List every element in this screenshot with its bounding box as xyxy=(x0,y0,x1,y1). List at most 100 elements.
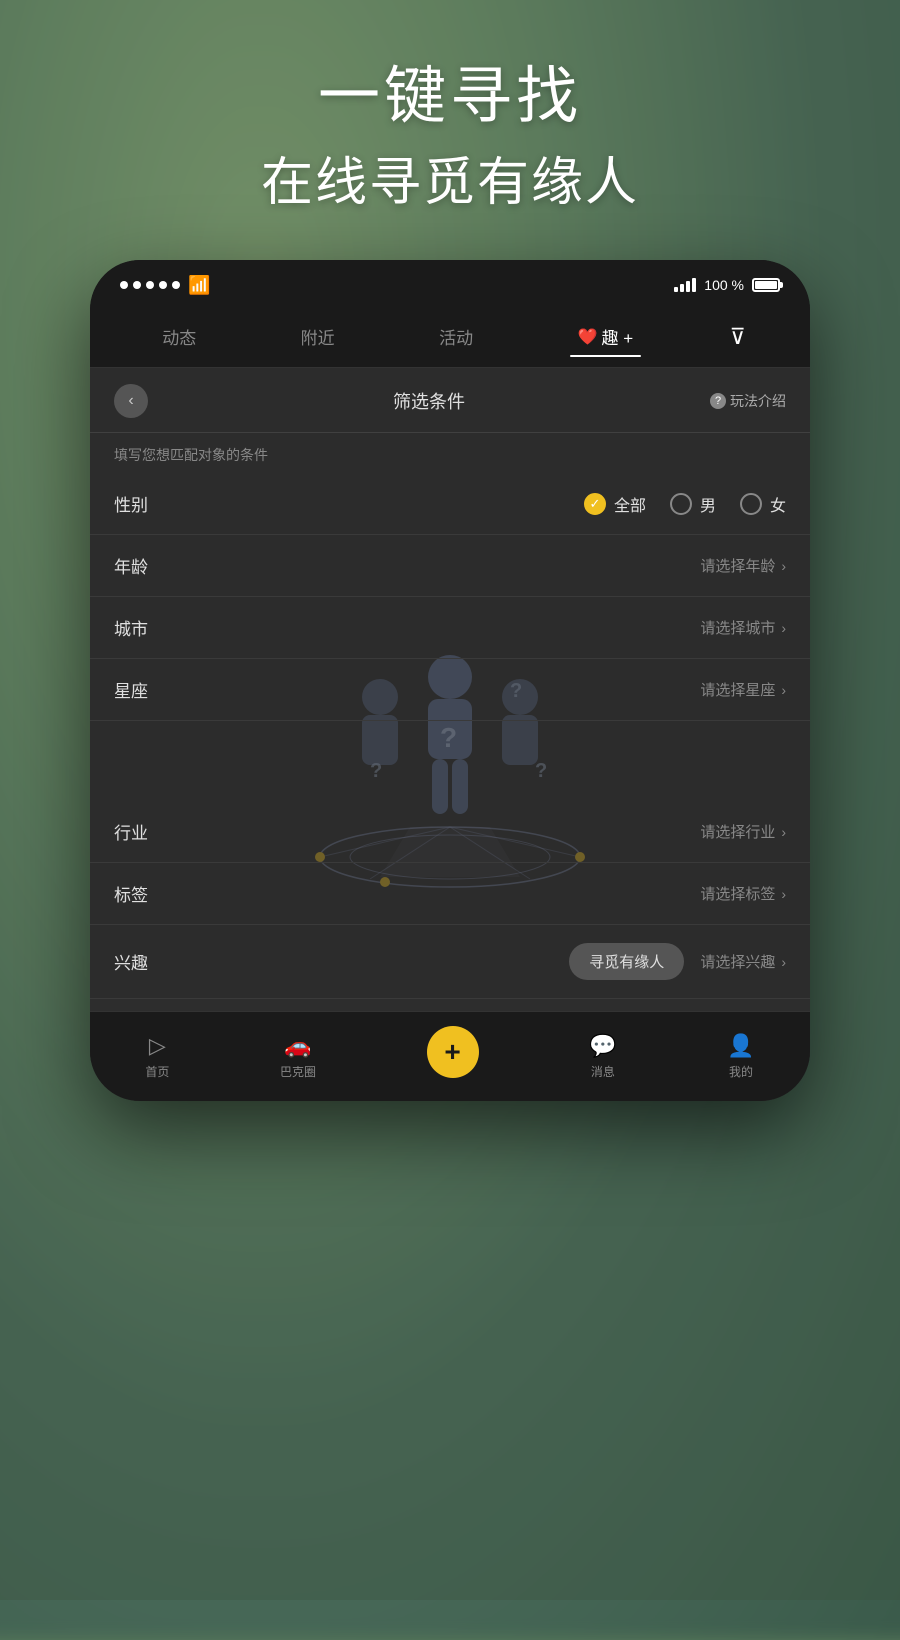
status-left: 📶 xyxy=(120,275,210,296)
bar-2 xyxy=(680,284,684,292)
tab-qu-label: 趣 + xyxy=(602,324,634,349)
tab-qu[interactable]: ❤️ 趣 + xyxy=(570,320,642,353)
panel-header: ‹ 筛选条件 ? 玩法介绍 xyxy=(90,368,810,433)
filter-row-city[interactable]: 城市 请选择城市 › xyxy=(90,597,810,659)
help-label: 玩法介绍 xyxy=(730,391,786,411)
dot-3 xyxy=(146,281,154,289)
radio-all-icon: ✓ xyxy=(584,493,606,515)
zodiac-label: 星座 xyxy=(114,677,174,702)
messages-icon: 💬 xyxy=(589,1033,616,1059)
tags-placeholder: 请选择标签 xyxy=(700,883,775,904)
interest-placeholder: 请选择兴趣 xyxy=(700,951,775,972)
heart-icon: ❤️ xyxy=(578,327,598,347)
back-button[interactable]: ‹ xyxy=(114,384,148,418)
help-circle-icon: ? xyxy=(710,393,726,409)
city-value: 请选择城市 › xyxy=(700,617,786,638)
tags-chevron-icon: › xyxy=(781,886,786,902)
filter-panel: ‹ 筛选条件 ? 玩法介绍 填写您想匹配对象的条件 性别 ✓ 全部 xyxy=(90,368,810,1101)
nav-plus-button[interactable]: + xyxy=(427,1026,479,1078)
gender-male-label: 男 xyxy=(700,492,716,516)
nav-home[interactable]: ▷ 首页 xyxy=(145,1033,169,1080)
industry-placeholder: 请选择行业 xyxy=(700,821,775,842)
tags-label: 标签 xyxy=(114,881,174,906)
filter-row-zodiac[interactable]: 星座 请选择星座 › xyxy=(90,659,810,721)
dot-1 xyxy=(120,281,128,289)
bottom-nav: ▷ 首页 🚗 巴克圈 + 💬 消息 👤 我的 xyxy=(90,1011,810,1101)
home-icon: ▷ xyxy=(149,1033,166,1059)
interest-value[interactable]: 请选择兴趣 › xyxy=(700,951,786,972)
panel-subtitle: 填写您想匹配对象的条件 xyxy=(90,433,810,473)
zodiac-placeholder: 请选择星座 xyxy=(700,679,775,700)
status-right: 100 % xyxy=(674,277,780,293)
industry-chevron-icon: › xyxy=(781,824,786,840)
filter-icon[interactable]: ⊽ xyxy=(730,324,746,350)
radio-male-icon xyxy=(670,493,692,515)
signal-dots xyxy=(120,281,180,289)
dot-2 xyxy=(133,281,141,289)
status-bar: 📶 100 % xyxy=(90,260,810,310)
svg-text:?: ? xyxy=(535,760,547,782)
gender-all[interactable]: ✓ 全部 xyxy=(584,492,646,516)
nav-home-label: 首页 xyxy=(145,1063,169,1080)
age-label: 年龄 xyxy=(114,553,174,578)
zodiac-value: 请选择星座 › xyxy=(700,679,786,700)
battery-icon xyxy=(752,278,780,292)
bar-4 xyxy=(692,278,696,292)
tab-qu-content: ❤️ 趣 + xyxy=(578,324,634,349)
battery-fill xyxy=(755,281,777,289)
bakecircle-icon: 🚗 xyxy=(284,1033,311,1059)
interest-badge[interactable]: 寻觅有缘人 xyxy=(569,943,684,980)
age-placeholder: 请选择年龄 xyxy=(700,555,775,576)
city-label: 城市 xyxy=(114,615,174,640)
help-link[interactable]: ? 玩法介绍 xyxy=(710,391,786,411)
gender-label: 性别 xyxy=(114,491,174,516)
interest-chevron-icon: › xyxy=(781,954,786,970)
nav-mine[interactable]: 👤 我的 xyxy=(727,1033,754,1080)
filter-row-age[interactable]: 年龄 请选择年龄 › xyxy=(90,535,810,597)
interest-content: 寻觅有缘人 请选择兴趣 › xyxy=(569,943,786,980)
nav-messages-label: 消息 xyxy=(591,1063,615,1080)
filter-row-interest: 兴趣 寻觅有缘人 请选择兴趣 › xyxy=(90,925,810,999)
city-chevron-icon: › xyxy=(781,620,786,636)
svg-text:?: ? xyxy=(370,760,382,782)
dot-4 xyxy=(159,281,167,289)
svg-text:?: ? xyxy=(440,722,457,753)
nav-messages[interactable]: 💬 消息 xyxy=(589,1033,616,1080)
gender-all-label: 全部 xyxy=(614,492,646,516)
tab-dongtai[interactable]: 动态 xyxy=(154,320,204,353)
industry-value: 请选择行业 › xyxy=(700,821,786,842)
phone-frame: 📶 100 % 动态 附近 活动 ❤️ 趣 + ⊽ xyxy=(90,260,810,1101)
illustration-area: ? ? ? ? 城市 请选择城市 › 星座 xyxy=(90,597,810,863)
battery-percent: 100 % xyxy=(704,277,744,293)
check-mark: ✓ xyxy=(590,496,601,512)
filter-row-industry[interactable]: 行业 请选择行业 › xyxy=(90,801,810,863)
tab-fujin[interactable]: 附近 xyxy=(293,320,343,353)
dot-5 xyxy=(172,281,180,289)
age-chevron-icon: › xyxy=(781,558,786,574)
tab-huodong[interactable]: 活动 xyxy=(431,320,481,353)
zodiac-chevron-icon: › xyxy=(781,682,786,698)
hero-title: 一键寻找 xyxy=(0,60,900,134)
gender-options: ✓ 全部 男 女 xyxy=(584,492,786,516)
industry-label: 行业 xyxy=(114,819,174,844)
radio-female-icon xyxy=(740,493,762,515)
mine-icon: 👤 xyxy=(727,1033,754,1059)
tags-value: 请选择标签 › xyxy=(700,883,786,904)
interest-label: 兴趣 xyxy=(114,949,174,974)
plus-icon: + xyxy=(444,1036,460,1068)
gender-male[interactable]: 男 xyxy=(670,492,716,516)
nav-bakecircle-label: 巴克圈 xyxy=(280,1063,316,1080)
hero-subtitle: 在线寻觅有缘人 xyxy=(0,150,900,218)
gender-female[interactable]: 女 xyxy=(740,492,786,516)
wifi-icon: 📶 xyxy=(188,275,210,296)
panel-title: 筛选条件 xyxy=(393,388,465,414)
city-placeholder: 请选择城市 xyxy=(700,617,775,638)
bar-3 xyxy=(686,281,690,292)
filter-row-tags[interactable]: 标签 请选择标签 › xyxy=(90,863,810,925)
hero-section: 一键寻找 在线寻觅有缘人 xyxy=(0,60,900,218)
nav-bakecircle[interactable]: 🚗 巴克圈 xyxy=(280,1033,316,1080)
age-value: 请选择年龄 › xyxy=(700,555,786,576)
bar-1 xyxy=(674,287,678,292)
nav-mine-label: 我的 xyxy=(729,1063,753,1080)
nav-tabs: 动态 附近 活动 ❤️ 趣 + ⊽ xyxy=(90,310,810,368)
